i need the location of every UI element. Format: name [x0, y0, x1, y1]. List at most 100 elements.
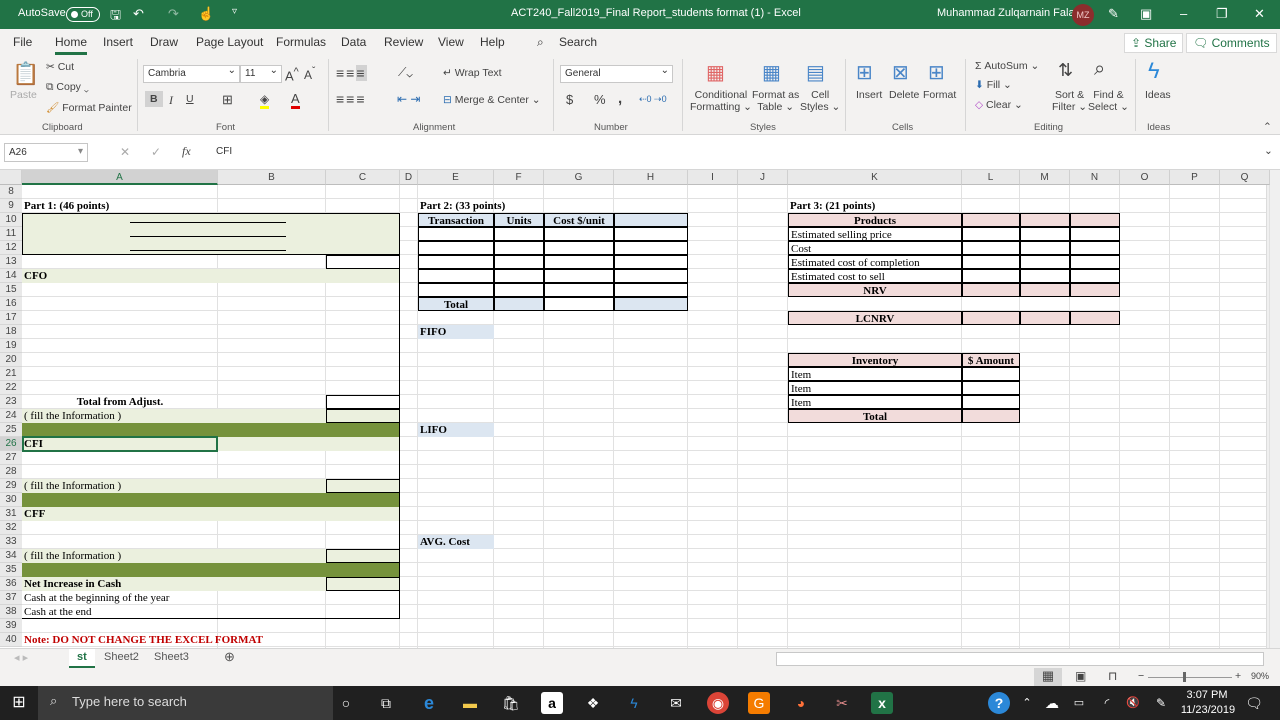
- clear-button[interactable]: ◇ Clear ⌄: [975, 99, 1023, 111]
- decimal-icons[interactable]: ⇠0 ⇢0: [639, 94, 667, 105]
- inventory-amount-cell[interactable]: [962, 395, 1020, 409]
- part3-cell[interactable]: [1020, 227, 1070, 241]
- part2-cell[interactable]: [418, 241, 494, 255]
- lifo-label[interactable]: LIFO: [418, 423, 494, 437]
- products-header-cell[interactable]: [1070, 213, 1120, 227]
- nrv-cell[interactable]: [1070, 283, 1120, 297]
- tab-file[interactable]: File: [13, 35, 32, 49]
- part2-header-2[interactable]: Cost $/unit: [544, 213, 614, 227]
- taskbar-search[interactable]: ⌕ Type here to search: [38, 686, 333, 720]
- chrome-icon[interactable]: ◉: [707, 692, 729, 714]
- sheet-tab-sheet3[interactable]: Sheet3: [146, 649, 197, 668]
- value-cell-C34[interactable]: [326, 549, 400, 563]
- sheet-tab-st[interactable]: st: [69, 649, 95, 668]
- ribbon-display-icon[interactable]: ▣: [1140, 6, 1152, 22]
- comments-button[interactable]: 🗨 Comments: [1186, 33, 1277, 53]
- page-layout-view-icon[interactable]: ▣: [1075, 669, 1086, 683]
- inventory-header[interactable]: Inventory: [788, 353, 962, 367]
- file-explorer-icon[interactable]: ▬: [459, 692, 481, 714]
- store-icon[interactable]: 🛍: [500, 692, 522, 714]
- products-header[interactable]: Products: [788, 213, 962, 227]
- lightning-icon[interactable]: ϟ: [1148, 58, 1160, 84]
- edge-icon[interactable]: e: [418, 692, 440, 714]
- redo-icon[interactable]: ↷: [168, 6, 179, 22]
- orientation-icon[interactable]: ⟋⌄: [398, 65, 413, 80]
- close-icon[interactable]: ✕: [1254, 6, 1265, 22]
- cell-styles-button[interactable]: Cell Styles ⌄: [800, 89, 840, 113]
- total-adjust-label[interactable]: Total from Adjust.: [22, 395, 218, 409]
- add-sheet-icon[interactable]: ⊕: [216, 647, 243, 666]
- touch-mode-icon[interactable]: ☝: [198, 6, 214, 22]
- row-header-25[interactable]: 25: [0, 423, 22, 437]
- row-header-26[interactable]: 26: [0, 437, 22, 451]
- expand-formula-icon[interactable]: ⌄: [1264, 145, 1273, 157]
- customize-qat-icon[interactable]: ▿: [232, 6, 237, 17]
- row-header-29[interactable]: 29: [0, 479, 22, 493]
- cfi-label[interactable]: CFI: [22, 437, 218, 451]
- divider-row-25[interactable]: [22, 423, 400, 437]
- row-header-8[interactable]: 8: [0, 185, 22, 199]
- zoom-out-icon[interactable]: −: [1138, 670, 1144, 682]
- onedrive-icon[interactable]: ☁: [1041, 692, 1063, 714]
- part2-header-0[interactable]: Transaction: [418, 213, 494, 227]
- part2-header-3[interactable]: [614, 213, 688, 227]
- part2-cell[interactable]: [544, 241, 614, 255]
- notifications-icon[interactable]: 🗨: [1243, 692, 1265, 714]
- part3-cell[interactable]: [1070, 227, 1120, 241]
- battery-icon[interactable]: ▭: [1068, 692, 1090, 714]
- products-header-cell[interactable]: [962, 213, 1020, 227]
- header-fill-area[interactable]: [22, 213, 400, 255]
- volume-muted-icon[interactable]: 🔇: [1122, 692, 1144, 714]
- nrv-label[interactable]: NRV: [788, 283, 962, 297]
- value-cell-C13[interactable]: [326, 255, 400, 269]
- part2-total-amount[interactable]: [614, 297, 688, 311]
- part3-cell[interactable]: [1070, 255, 1120, 269]
- row-header-17[interactable]: 17: [0, 311, 22, 325]
- part2-cell[interactable]: [418, 227, 494, 241]
- column-header-P[interactable]: P: [1170, 170, 1220, 185]
- enter-icon[interactable]: ✓: [151, 145, 161, 159]
- column-header-D[interactable]: D: [400, 170, 418, 185]
- vscode-icon[interactable]: ϟ: [623, 692, 645, 714]
- cancel-icon[interactable]: ✕: [120, 145, 130, 159]
- sheet-tab-sheet2[interactable]: Sheet2: [96, 649, 147, 668]
- column-header-L[interactable]: L: [962, 170, 1020, 185]
- zoom-level[interactable]: 90%: [1251, 671, 1269, 681]
- formula-input[interactable]: CFI: [208, 143, 1274, 162]
- row-header-13[interactable]: 13: [0, 255, 22, 269]
- cash-begin-label[interactable]: Cash at the beginning of the year: [22, 591, 218, 605]
- format-cells-icon[interactable]: ⊞: [928, 60, 945, 85]
- page-break-view-icon[interactable]: ⊓: [1108, 669, 1117, 683]
- part2-cell[interactable]: [544, 227, 614, 241]
- tab-data[interactable]: Data: [341, 35, 366, 49]
- column-header-C[interactable]: C: [326, 170, 400, 185]
- windows-start-icon[interactable]: ⊞: [8, 692, 30, 714]
- part1-title[interactable]: Part 1: (46 points): [22, 199, 218, 213]
- insert-cells-button[interactable]: Insert: [856, 89, 882, 101]
- sort-filter-icon[interactable]: ⇅: [1058, 60, 1073, 81]
- part3-cell[interactable]: [1020, 255, 1070, 269]
- row-header-38[interactable]: 38: [0, 605, 22, 619]
- part2-cell[interactable]: [418, 255, 494, 269]
- conditional-formatting-button[interactable]: Conditional Formatting ⌄: [690, 89, 752, 113]
- bold-button[interactable]: B: [145, 91, 163, 107]
- part2-cell[interactable]: [494, 283, 544, 297]
- format-painter-button[interactable]: 🖌 Format Painter: [46, 101, 132, 114]
- products-header-cell[interactable]: [1020, 213, 1070, 227]
- part2-cell[interactable]: [494, 255, 544, 269]
- vertical-align-icons[interactable]: ≡≡≡: [336, 65, 367, 81]
- inventory-amount-cell[interactable]: [962, 367, 1020, 381]
- wrap-text-button[interactable]: ↵ Wrap Text: [443, 67, 502, 79]
- lcnrv-cell[interactable]: [1020, 311, 1070, 325]
- divider-row-35[interactable]: [22, 563, 400, 577]
- horizontal-scrollbar[interactable]: [776, 652, 1264, 666]
- inventory-item[interactable]: Item: [788, 395, 962, 409]
- lcnrv-cell[interactable]: [1070, 311, 1120, 325]
- row-header-21[interactable]: 21: [0, 367, 22, 381]
- value-cell-C23[interactable]: [326, 395, 400, 409]
- part2-cell[interactable]: [494, 227, 544, 241]
- mail-icon[interactable]: ✉: [665, 692, 687, 714]
- column-header-B[interactable]: B: [218, 170, 326, 185]
- snipping-tool-icon[interactable]: ✂: [831, 692, 853, 714]
- percent-button[interactable]: %: [594, 92, 606, 107]
